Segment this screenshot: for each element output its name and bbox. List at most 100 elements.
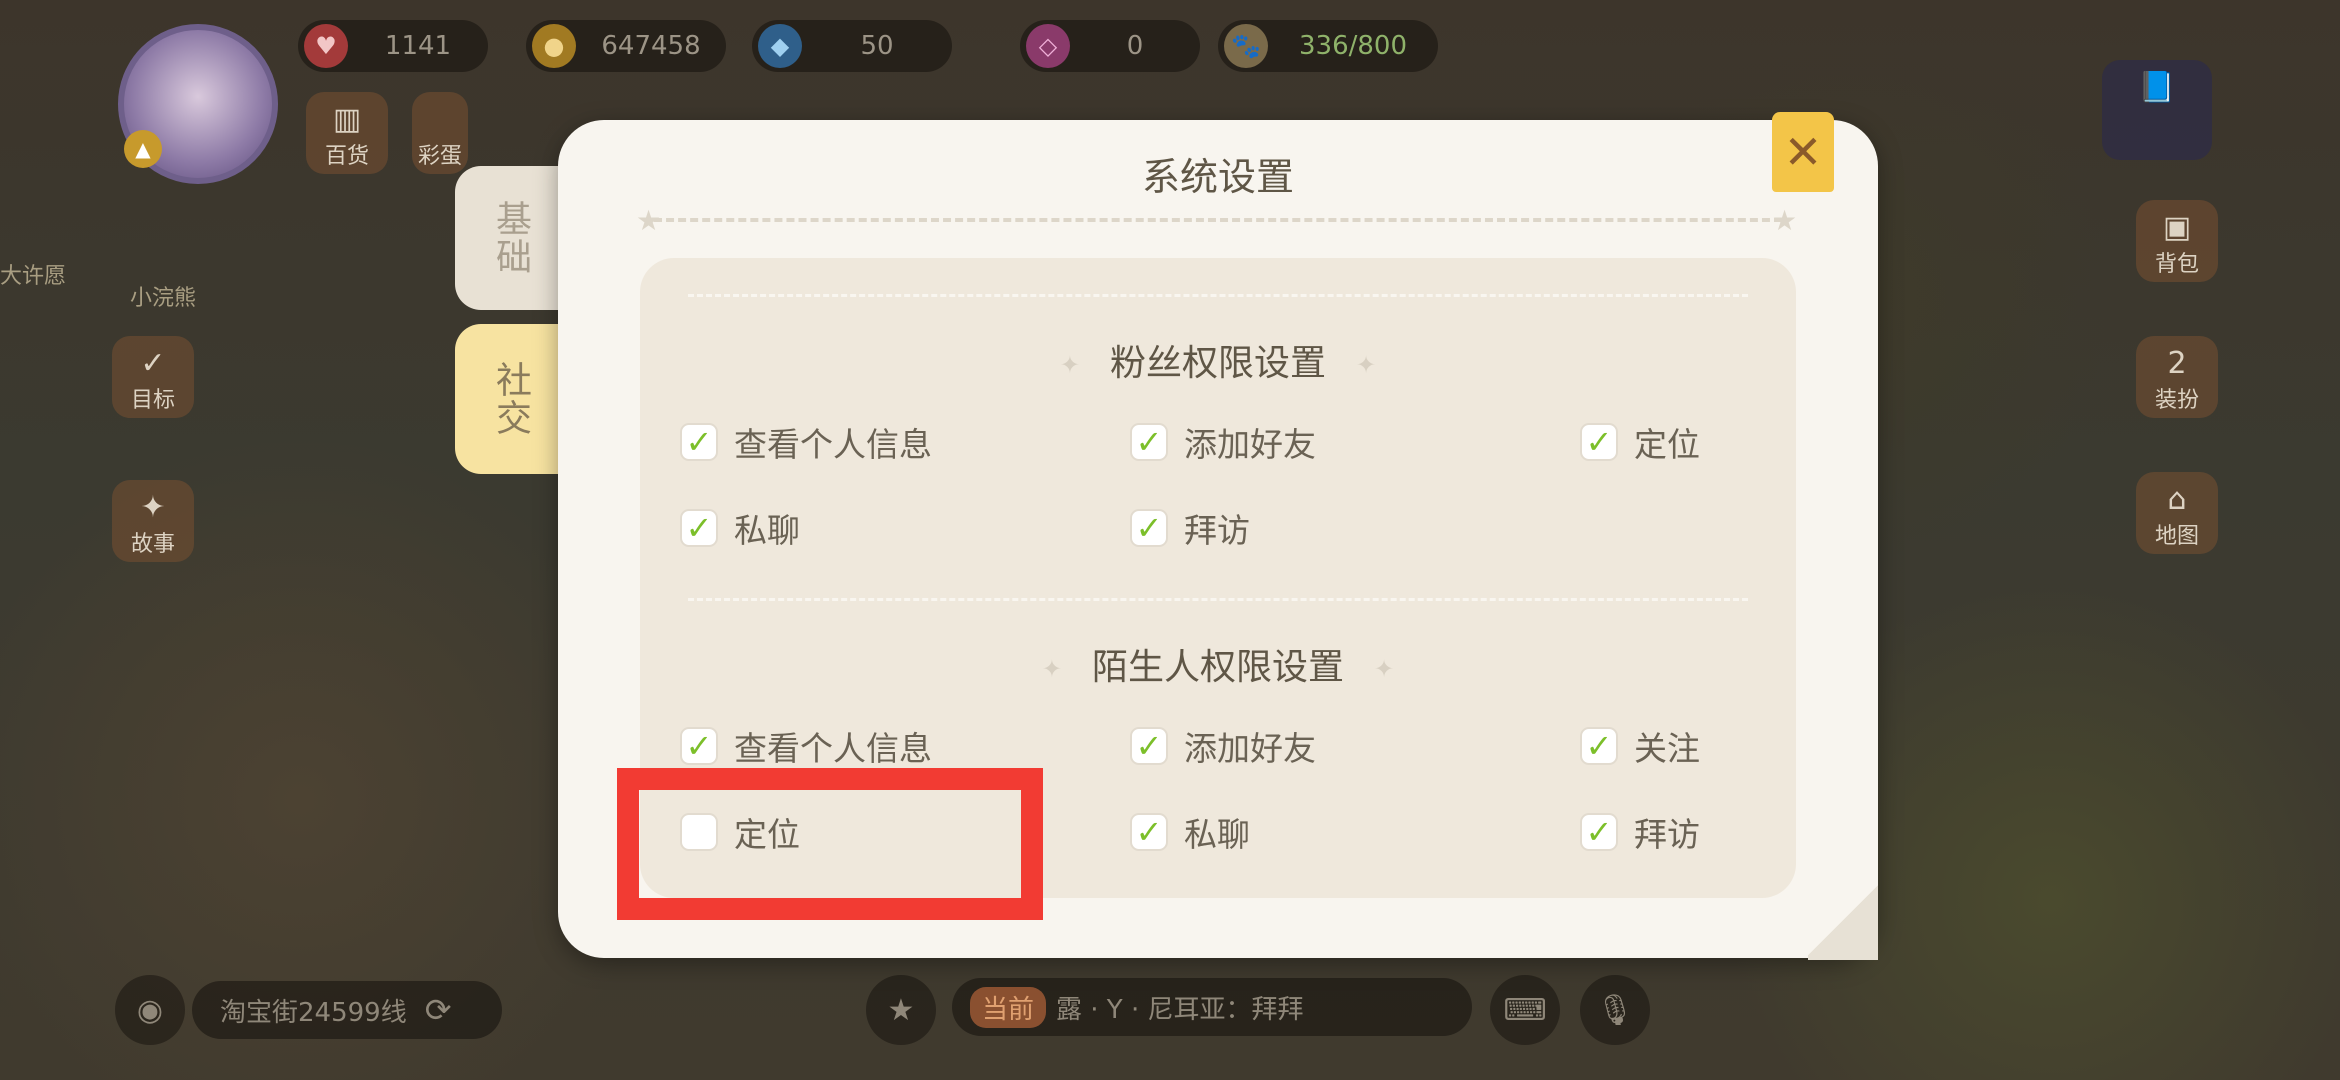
diamond-counter[interactable]: ◆ 50 — [752, 20, 952, 72]
chat-channel-badge: 当前 — [970, 986, 1047, 1028]
checkbox-checked[interactable]: ✓ — [680, 509, 718, 547]
npc-name-tag: 小浣熊 — [130, 286, 197, 311]
fan-visit-option[interactable]: ✓ 拜访 — [1130, 504, 1250, 552]
option-label: 查看个人信息 — [734, 425, 932, 464]
star-wand-icon: ★ — [887, 992, 915, 1028]
close-button[interactable]: ✕ — [1772, 112, 1834, 192]
dressup-label: 装扮 — [2154, 388, 2199, 413]
energy-value: 336/800 — [1298, 31, 1407, 61]
star-icon: ★ — [1772, 204, 1798, 237]
checkbox-checked[interactable]: ✓ — [1580, 813, 1618, 851]
refresh-icon: ⟳ — [424, 991, 452, 1029]
player-avatar[interactable]: ▲ — [118, 24, 278, 184]
store-button[interactable]: ▥ 百货 — [306, 92, 388, 174]
close-icon: ✕ — [1783, 125, 1823, 179]
camera-button[interactable]: ◉ — [115, 975, 185, 1045]
energy-icon: 🐾 — [1224, 24, 1268, 68]
tab-social[interactable]: 社交 — [455, 324, 565, 474]
option-label: 定位 — [1634, 425, 1700, 464]
map-icon: ⌂ — [2167, 482, 2187, 517]
title-divider — [654, 218, 1782, 222]
checkbox-checked[interactable]: ✓ — [1130, 727, 1168, 765]
diamond-icon: ◆ — [758, 24, 802, 68]
map-label: 地图 — [2154, 524, 2199, 549]
hearts-counter[interactable]: ♥ 1141 — [298, 20, 488, 72]
checkbox-checked[interactable]: ✓ — [1130, 509, 1168, 547]
stranger-permissions-title: ✦ 陌生人权限设置 ✦ — [1041, 647, 1395, 688]
tab-social-label: 社交 — [490, 361, 531, 437]
store-label: 百货 — [324, 144, 369, 169]
journal-button[interactable]: 📘 — [2102, 60, 2212, 160]
option-label: 私聊 — [1184, 815, 1250, 854]
keyboard-button[interactable]: ⌨ — [1490, 975, 1560, 1045]
stranger-follow-option[interactable]: ✓ 关注 — [1580, 722, 1700, 770]
lottery-label: 彩蛋 — [417, 144, 462, 169]
fan-location-option[interactable]: ✓ 定位 — [1580, 418, 1700, 466]
server-line-selector[interactable]: 淘宝街24599线 ⟳ — [192, 981, 502, 1039]
keyboard-icon: ⌨ — [1503, 992, 1547, 1028]
coin-icon: ● — [532, 24, 576, 68]
divider — [688, 294, 1748, 297]
server-label: 淘宝街24599线 — [220, 997, 407, 1028]
story-button[interactable]: ✦ 故事 — [112, 480, 194, 562]
coins-value: 647458 — [601, 31, 701, 61]
gem-counter[interactable]: ◇ 0 — [1020, 20, 1200, 72]
option-label: 添加好友 — [1184, 425, 1316, 464]
fan-view-profile-option[interactable]: ✓ 查看个人信息 — [680, 418, 932, 466]
checkbox-checked[interactable]: ✓ — [1580, 423, 1618, 461]
microphone-icon: 🎙 — [1595, 992, 1635, 1028]
wish-label: 大许愿 — [0, 264, 67, 289]
stranger-add-friend-option[interactable]: ✓ 添加好友 — [1130, 722, 1316, 770]
divider — [688, 598, 1748, 601]
hearts-value: 1141 — [384, 31, 452, 61]
checkbox-checked[interactable]: ✓ — [1130, 423, 1168, 461]
fan-permissions-title: ✦ 粉丝权限设置 ✦ — [1059, 343, 1377, 384]
lottery-button[interactable]: 彩蛋 — [412, 92, 468, 174]
gem-value: 0 — [1126, 31, 1144, 61]
map-button[interactable]: ⌂ 地图 — [2136, 472, 2218, 554]
heart-icon: ♥ — [304, 24, 348, 68]
option-label: 查看个人信息 — [734, 729, 932, 768]
checkbox-checked[interactable]: ✓ — [1130, 813, 1168, 851]
fan-private-chat-option[interactable]: ✓ 私聊 — [680, 504, 800, 552]
level-up-icon: ▲ — [124, 130, 162, 168]
option-label: 拜访 — [1634, 815, 1700, 854]
book-icon: ✦ — [140, 490, 166, 525]
bag-button[interactable]: ▣ 背包 — [2136, 200, 2218, 282]
coins-counter[interactable]: ● 647458 — [526, 20, 726, 72]
checklist-icon: ✓ — [140, 346, 166, 381]
voice-button[interactable]: 🎙 — [1580, 975, 1650, 1045]
gem-icon: ◇ — [1026, 24, 1070, 68]
checkbox-checked[interactable]: ✓ — [680, 423, 718, 461]
checkbox-checked[interactable]: ✓ — [1580, 727, 1618, 765]
story-label: 故事 — [130, 532, 175, 557]
highlight-box — [617, 768, 1043, 920]
stranger-view-profile-option[interactable]: ✓ 查看个人信息 — [680, 722, 932, 770]
fan-add-friend-option[interactable]: ✓ 添加好友 — [1130, 418, 1316, 466]
option-label: 拜访 — [1184, 511, 1250, 550]
goal-label: 目标 — [130, 388, 175, 413]
hanger-icon: 2 — [2167, 346, 2187, 381]
stranger-permissions-title-text: 陌生人权限设置 — [1091, 647, 1344, 688]
stranger-private-chat-option[interactable]: ✓ 私聊 — [1130, 808, 1250, 856]
checkbox-checked[interactable]: ✓ — [680, 727, 718, 765]
bag-label: 背包 — [2154, 252, 2199, 277]
dialog-title: 系统设置 — [1141, 155, 1294, 199]
camera-icon: ◉ — [136, 992, 164, 1028]
tab-basic[interactable]: 基础 — [455, 166, 565, 310]
option-label: 私聊 — [734, 511, 800, 550]
dressup-button[interactable]: 2 装扮 — [2136, 336, 2218, 418]
bag-icon: ▣ — [2162, 210, 2192, 245]
bear-book-icon: 📘 — [2138, 70, 2176, 105]
diamond-value: 50 — [860, 31, 894, 61]
page-fold-decoration — [1808, 880, 1878, 960]
option-label: 关注 — [1634, 729, 1700, 768]
emote-button[interactable]: ★ — [866, 975, 936, 1045]
stranger-visit-option[interactable]: ✓ 拜访 — [1580, 808, 1700, 856]
goal-button[interactable]: ✓ 目标 — [112, 336, 194, 418]
shop-icon: ▥ — [332, 102, 362, 137]
energy-counter[interactable]: 🐾 336/800 — [1218, 20, 1438, 72]
tab-basic-label: 基础 — [490, 200, 531, 276]
chat-message: 露 · Y · 尼耳亚：拜拜 — [1056, 994, 1304, 1025]
chat-bar[interactable]: 当前 露 · Y · 尼耳亚：拜拜 — [952, 978, 1472, 1036]
